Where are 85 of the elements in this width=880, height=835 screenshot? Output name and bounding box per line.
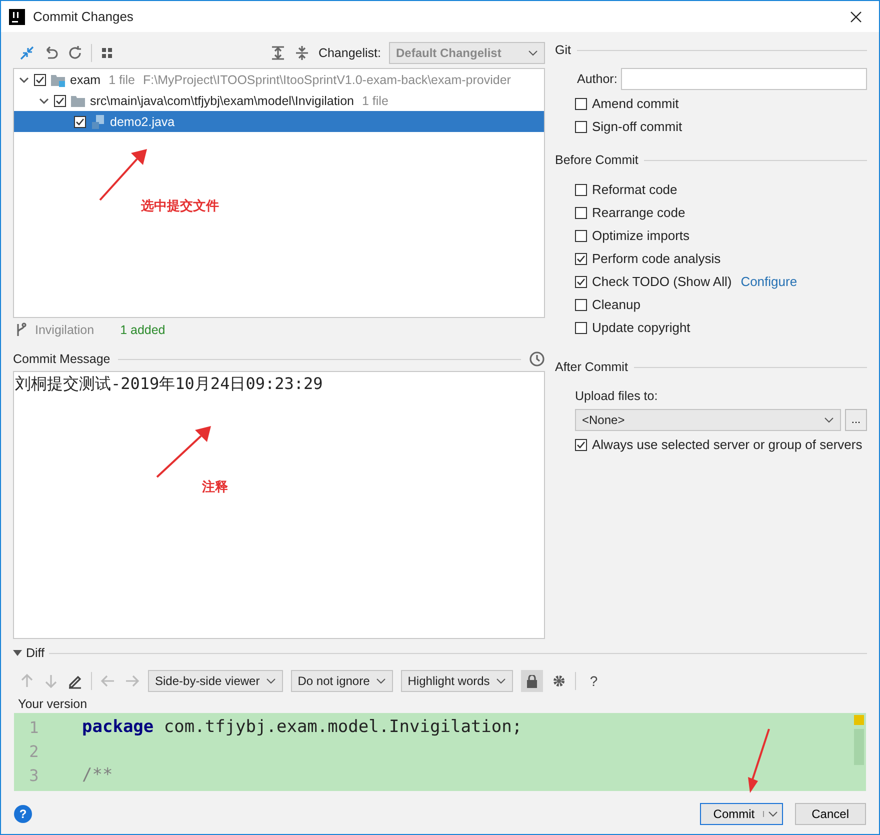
file-count: 1 file — [362, 94, 388, 108]
section-title: Commit Message — [13, 352, 110, 366]
tree-row[interactable]: exam 1 file F:\MyProject\ITOOSprint\ItooSprintV1.0-exam-back\exam-provider — [14, 69, 544, 90]
annotation-arrow — [99, 149, 147, 201]
settings-icon[interactable] — [550, 673, 567, 689]
checkbox[interactable] — [575, 206, 587, 218]
checkbox[interactable] — [575, 298, 587, 310]
dropdown-caret-icon — [376, 678, 386, 684]
upload-label: Upload files to: — [575, 389, 659, 403]
checkbox[interactable] — [575, 252, 587, 264]
tree-row[interactable]: demo2.java — [14, 111, 544, 132]
section-title: Diff — [26, 646, 45, 660]
pencil-icon[interactable] — [67, 673, 83, 689]
help-button[interactable]: ? — [14, 805, 32, 823]
node-name: exam — [70, 72, 101, 86]
close-icon[interactable] — [850, 10, 862, 22]
node-name: src\main\java\com\tfjybj\exam\model\Invigilation — [90, 94, 354, 108]
ignore-dropdown[interactable]: Do not ignore — [290, 670, 393, 692]
section-title: After Commit — [555, 360, 628, 374]
checkbox[interactable] — [575, 230, 587, 242]
code-line: package com.tfjybj.exam.model.Invigilation; — [82, 717, 522, 737]
version-label: Your version — [17, 696, 88, 711]
option-label: Check TODO (Show All) — [592, 274, 732, 289]
help-link[interactable]: ? — [590, 673, 598, 689]
expand-all-icon[interactable] — [270, 45, 286, 61]
node-name: demo2.java — [110, 114, 175, 128]
viewer-dropdown[interactable]: Side-by-side viewer — [148, 670, 283, 692]
annotation-text: 注释 — [202, 478, 228, 496]
commit-button[interactable]: Commit — [700, 803, 783, 825]
option-label: Amend commit — [592, 96, 679, 111]
change-summary: 1 added — [120, 323, 166, 337]
checkbox[interactable] — [575, 438, 587, 450]
annotation-arrow — [746, 728, 770, 793]
dropdown-caret-icon — [528, 50, 538, 56]
highlight-dropdown[interactable]: Highlight words — [400, 670, 513, 692]
window-title: Commit Changes — [33, 9, 134, 24]
line-number: 3 — [28, 766, 40, 784]
dropdown-caret-icon — [768, 811, 778, 817]
cancel-button[interactable]: Cancel — [794, 803, 866, 825]
dropdown-caret-icon — [496, 678, 506, 684]
option-label: Rearrange code — [592, 205, 686, 220]
file-count: 1 file — [108, 72, 135, 86]
change-marker — [854, 715, 864, 725]
move-arrows-icon[interactable] — [19, 45, 35, 61]
author-label: Author: — [577, 72, 618, 86]
annotation-arrow — [156, 426, 211, 478]
java-file-icon — [90, 114, 106, 130]
app-logo-icon — [9, 8, 25, 24]
module-path: F:\MyProject\ITOOSprint\ItooSprintV1.0-exam-back\exam-provider — [142, 72, 511, 86]
configure-link[interactable]: Configure — [740, 274, 798, 289]
option-label: Optimize imports — [592, 228, 690, 243]
lock-button[interactable] — [520, 670, 543, 692]
option-label: Reformat code — [592, 182, 678, 197]
option-label: Always use selected server or group of servers — [592, 437, 862, 452]
checkbox[interactable] — [575, 120, 587, 132]
checkbox[interactable] — [575, 98, 587, 110]
collapse-triangle-icon[interactable] — [13, 649, 22, 657]
branch-name: Invigilation — [35, 323, 94, 337]
option-label: Perform code analysis — [592, 251, 721, 266]
line-number: 1 — [28, 718, 40, 736]
section-title: Before Commit — [555, 153, 638, 167]
checkbox[interactable] — [74, 116, 86, 128]
browse-button[interactable]: ... — [845, 409, 867, 431]
server-dropdown[interactable]: <None> — [575, 409, 841, 431]
section-title: Git — [555, 43, 571, 57]
lock-icon — [526, 674, 538, 688]
collapse-all-icon[interactable] — [294, 45, 310, 61]
tree-row[interactable]: src\main\java\com\tfjybj\exam\model\Invigilation 1 file — [14, 90, 544, 111]
dropdown-caret-icon — [824, 417, 834, 423]
author-field[interactable] — [621, 68, 867, 90]
checkbox[interactable] — [575, 322, 587, 334]
changelist-label: Changelist: — [318, 46, 381, 60]
checkbox[interactable] — [34, 74, 46, 86]
option-label: Update copyright — [592, 320, 690, 335]
refresh-icon[interactable] — [67, 45, 83, 61]
checkbox[interactable] — [54, 94, 66, 106]
code-line: /** — [82, 765, 113, 785]
option-label: Cleanup — [592, 297, 640, 312]
annotation-text: 选中提交文件 — [141, 197, 219, 215]
history-clock-icon[interactable] — [529, 351, 545, 367]
checkbox[interactable] — [575, 184, 587, 196]
dropdown-caret-icon — [266, 678, 276, 684]
line-number: 2 — [28, 742, 40, 760]
option-label: Sign-off commit — [592, 119, 682, 134]
checkbox[interactable] — [575, 276, 587, 288]
